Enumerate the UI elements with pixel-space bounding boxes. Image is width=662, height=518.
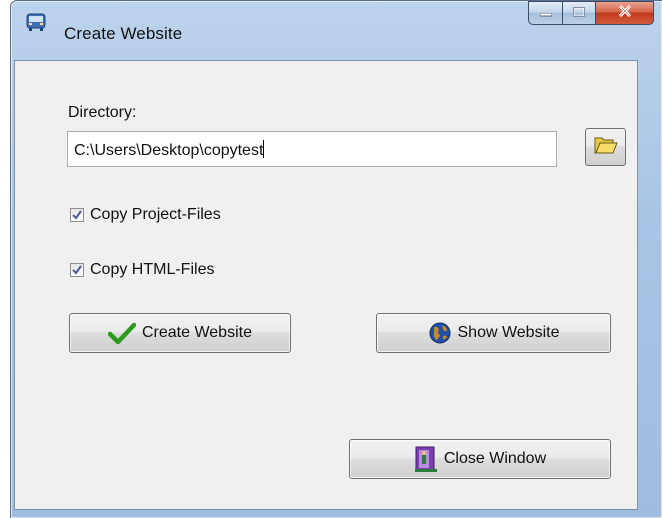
caption-buttons — [528, 1, 654, 25]
copy-html-files-row[interactable]: Copy HTML-Files — [70, 260, 214, 280]
directory-label: Directory: — [68, 104, 137, 121]
create-website-button[interactable]: Create Website — [69, 313, 291, 353]
copy-project-files-checkbox[interactable] — [70, 208, 84, 222]
checkmark-icon — [108, 322, 136, 344]
maximize-icon — [572, 4, 586, 22]
show-website-label: Show Website — [457, 324, 560, 341]
close-button[interactable] — [596, 1, 654, 25]
close-window-button[interactable]: Close Window — [349, 439, 611, 479]
copy-project-files-label: Copy Project-Files — [90, 206, 221, 223]
close-icon — [618, 4, 632, 22]
globe-icon — [428, 321, 452, 345]
app-bus-icon — [25, 11, 55, 41]
title-bar[interactable]: Create Website — [11, 1, 662, 43]
folder-open-icon — [594, 135, 618, 160]
minimize-button[interactable] — [528, 1, 562, 25]
close-window-label: Close Window — [443, 450, 547, 467]
checkbox-check-icon — [72, 265, 82, 275]
show-website-button[interactable]: Show Website — [376, 313, 611, 353]
checkbox-check-icon — [72, 210, 82, 220]
directory-input-value: C:\Users\Desktop\copytest — [74, 142, 264, 159]
create-website-label: Create Website — [142, 324, 252, 341]
minimize-icon — [539, 4, 552, 22]
door-exit-icon — [414, 445, 438, 473]
browse-folder-button[interactable] — [585, 128, 626, 166]
window-title: Create Website — [64, 24, 183, 43]
maximize-button[interactable] — [562, 1, 596, 25]
directory-input[interactable]: C:\Users\Desktop\copytest — [67, 131, 557, 167]
copy-html-files-checkbox[interactable] — [70, 263, 84, 277]
copy-html-files-label: Copy HTML-Files — [90, 261, 215, 278]
copy-project-files-row[interactable]: Copy Project-Files — [70, 205, 221, 225]
text-caret — [263, 140, 265, 158]
